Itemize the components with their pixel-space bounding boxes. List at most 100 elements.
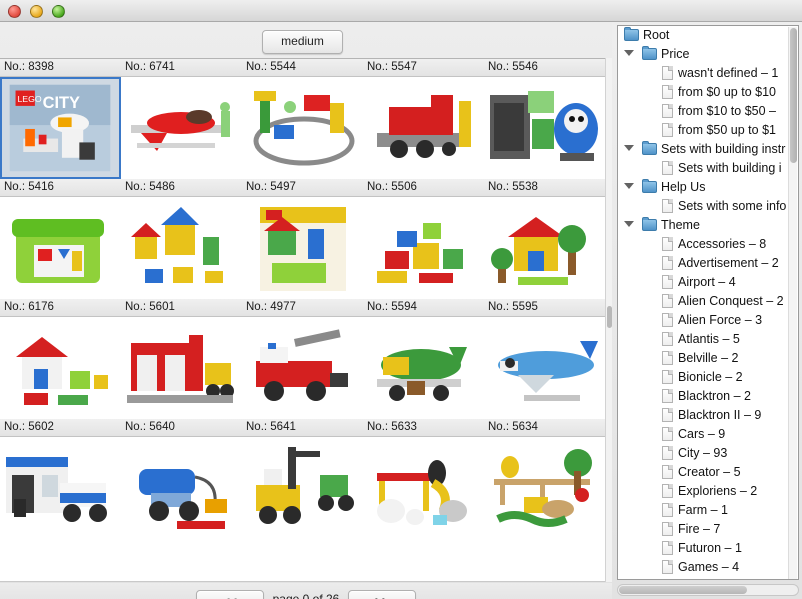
tree-hscrollbar-thumb[interactable] <box>619 586 747 594</box>
product-thumbnail-cell[interactable] <box>363 197 484 299</box>
chevron-down-icon[interactable] <box>624 183 634 189</box>
item-number-label: No.: 5595 <box>488 301 538 313</box>
file-icon <box>662 294 673 308</box>
folder-icon <box>642 46 657 60</box>
item-number-label: No.: 5538 <box>488 181 538 193</box>
tree-item[interactable]: Fire – 7 <box>618 520 790 539</box>
product-thumbnail-cell[interactable] <box>484 77 605 179</box>
lego-duplo-zoo-arctic-thumb <box>363 437 484 539</box>
close-window-icon[interactable] <box>8 5 21 18</box>
chevron-down-icon[interactable] <box>624 50 634 56</box>
tree-item-label: Price <box>661 47 690 61</box>
product-thumbnail-cell[interactable] <box>121 77 242 179</box>
category-tree-pane: Root Price wasn't defined – 1 from $0 up to… <box>612 22 802 599</box>
product-thumbnail-cell[interactable] <box>121 197 242 299</box>
tree-item[interactable]: Bionicle – 2 <box>618 368 790 387</box>
tree-item[interactable]: Atlantis – 5 <box>618 330 790 349</box>
tree-horizontal-scrollbar[interactable] <box>617 584 799 596</box>
item-number-label: No.: 5641 <box>246 421 296 433</box>
previous-page-button[interactable]: << <box>196 590 264 599</box>
product-thumbnail-cell[interactable] <box>242 437 363 539</box>
file-icon <box>662 389 673 403</box>
gallery-grid: No.: 8398 No.: 6741 No.: 5544 No.: 5547 No.:… <box>0 59 605 581</box>
product-thumbnail-cell[interactable] <box>242 197 363 299</box>
product-thumbnail-cell[interactable] <box>484 317 605 419</box>
file-icon <box>662 522 673 536</box>
file-icon <box>662 237 673 251</box>
lego-yellow-crane-truck-thumb <box>242 437 363 539</box>
tree-item[interactable]: from $0 up to $10 <box>618 83 790 102</box>
tree-item[interactable]: Blacktron II – 9 <box>618 406 790 425</box>
tree-item[interactable]: Airport – 4 <box>618 273 790 292</box>
lego-duplo-small-house-thumb <box>0 317 121 419</box>
chevron-down-icon[interactable] <box>624 145 634 151</box>
tree-item[interactable]: Help Us <box>618 178 790 197</box>
product-thumbnail-cell[interactable] <box>484 437 605 539</box>
tree-item[interactable]: Farm – 1 <box>618 501 790 520</box>
file-icon <box>662 560 673 574</box>
tree-item[interactable]: City – 93 <box>618 444 790 463</box>
tree-item-label: from $10 to $50 – <box>678 104 776 118</box>
tree-vertical-scrollbar[interactable] <box>788 27 797 579</box>
product-thumbnail-cell[interactable] <box>0 317 121 419</box>
tree-item[interactable]: Alien Conquest – 2 <box>618 292 790 311</box>
file-icon <box>662 351 673 365</box>
tree-item[interactable]: Accessories – 8 <box>618 235 790 254</box>
lego-red-fire-truck-thumb <box>242 317 363 419</box>
tree-vscrollbar-thumb[interactable] <box>790 28 797 163</box>
file-icon <box>662 199 673 213</box>
category-tree-box[interactable]: Root Price wasn't defined – 1 from $0 up to… <box>617 25 799 580</box>
tree-item[interactable]: Sets with building i <box>618 159 790 178</box>
lego-red-locomotive-thumb <box>363 77 484 179</box>
product-thumbnail-cell[interactable] <box>121 317 242 419</box>
gallery-vertical-scrollbar[interactable] <box>605 58 612 582</box>
tree-item[interactable]: Theme <box>618 216 790 235</box>
tree-item[interactable]: Games – 4 <box>618 558 790 577</box>
tree-item[interactable]: Belville – 2 <box>618 349 790 368</box>
tree-item[interactable]: Alien Force – 3 <box>618 311 790 330</box>
product-thumbnail-cell[interactable]: LEGO CITY <box>0 77 121 179</box>
product-thumbnail-cell[interactable] <box>484 197 605 299</box>
file-icon <box>662 370 673 384</box>
product-thumbnail-cell[interactable] <box>121 437 242 539</box>
product-thumbnail-cell[interactable] <box>242 317 363 419</box>
tree-item[interactable]: wasn't defined – 1 <box>618 64 790 83</box>
tree-item[interactable]: Futuron – 1 <box>618 539 790 558</box>
next-page-button[interactable]: >> <box>348 590 416 599</box>
gallery-image-row: LEGO CITY <box>0 77 605 179</box>
maximize-window-icon[interactable] <box>52 5 65 18</box>
product-thumbnail-cell[interactable] <box>0 197 121 299</box>
product-thumbnail-cell[interactable] <box>363 437 484 539</box>
minimize-window-icon[interactable] <box>30 5 43 18</box>
tree-item[interactable]: Creator – 5 <box>618 463 790 482</box>
tree-item[interactable]: Blacktron – 2 <box>618 387 790 406</box>
tree-item[interactable]: Advertisement – 2 <box>618 254 790 273</box>
tree-item-label: Blacktron – 2 <box>678 389 751 403</box>
product-thumbnail-cell[interactable] <box>242 77 363 179</box>
tree-item[interactable]: Price <box>618 45 790 64</box>
tree-item[interactable]: Sets with some info <box>618 197 790 216</box>
chevron-down-icon[interactable] <box>624 221 634 227</box>
gallery-scroll-area[interactable]: No.: 8398 No.: 6741 No.: 5544 No.: 5547 No.:… <box>0 58 612 582</box>
tree-item-label: Sets with building instr <box>661 142 786 156</box>
tree-item[interactable]: from $10 to $50 – <box>618 102 790 121</box>
item-number-label: No.: 5497 <box>246 181 296 193</box>
item-number-label: No.: 6741 <box>125 61 175 73</box>
tree-item[interactable]: Exploriens – 2 <box>618 482 790 501</box>
item-number-label: No.: 4977 <box>246 301 296 313</box>
tree-item[interactable]: from $50 up to $1 <box>618 121 790 140</box>
product-thumbnail-cell[interactable] <box>363 317 484 419</box>
item-number-label: No.: 5486 <box>125 181 175 193</box>
tree-item[interactable]: Sets with building instr <box>618 140 790 159</box>
gallery-image-row <box>0 197 605 299</box>
tree-item[interactable]: Root <box>618 26 790 45</box>
tree-item[interactable]: Cars – 9 <box>618 425 790 444</box>
thumbnail-size-button[interactable]: medium <box>262 30 343 54</box>
product-thumbnail-cell[interactable] <box>363 77 484 179</box>
product-thumbnail-cell[interactable] <box>0 437 121 539</box>
tree-item-label: Theme <box>661 218 700 232</box>
item-number-label: No.: 6176 <box>4 301 54 313</box>
item-number-label: No.: 5594 <box>367 301 417 313</box>
lego-duplo-bricks-pile-thumb <box>363 197 484 299</box>
tree-item-label: Games – 4 <box>678 560 740 574</box>
